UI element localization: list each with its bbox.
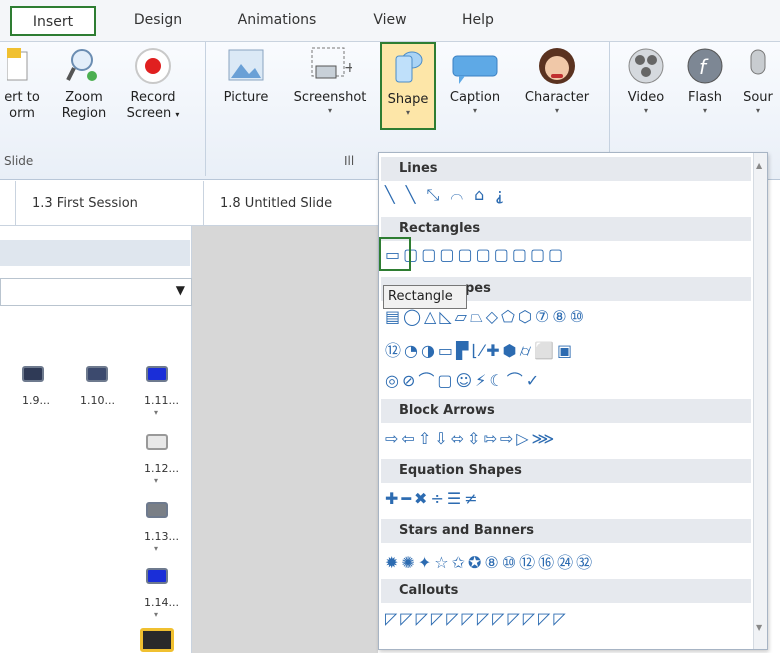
dropdown-scrollbar[interactable]: ▲ ▼ [753,153,767,649]
section-block-arrows: Block Arrows [381,399,751,423]
slide-tab-bar: 1.3 First Session 1.8 Untitled Slide [0,181,378,226]
basic-shapes-row-1[interactable]: ▤◯△◺▱⏢◇⬠⬡⑦⑧⑩ [385,307,587,327]
record-label-1: Record [130,90,176,105]
chevron-down-icon: ▾ [154,610,159,619]
basic-shapes-row-2[interactable]: ⑫◔◑▭▛⌊⁄✚⬢⌭⬜▣ [385,337,575,361]
convert-label-1: ert to [4,90,40,105]
character-button[interactable]: Character ▾ [514,46,600,116]
document-icon [7,48,28,81]
equation-shapes-row[interactable]: ✚━✖÷☰≠ [385,489,481,508]
caption-label: Caption [449,90,501,105]
character-icon [539,48,575,84]
slide-canvas[interactable] [192,226,378,653]
slide-thumbnail-selected[interactable] [140,628,174,652]
slide-thumbnail-label: 1.9... [22,394,50,407]
chevron-down-icon: ▾ [154,408,159,417]
slide-thumbnail[interactable] [22,366,44,382]
slide-thumbnail[interactable] [146,568,168,584]
record-screen-button[interactable]: Record Screen ▾ [118,46,188,123]
slide-group-label: Slide [4,154,34,168]
rectangle-shape-selected[interactable] [379,237,411,271]
shape-gallery-dropdown: Lines ╲ ╲ ⤡ ⌒ ⌂ ⸘ Rectangles ▭▢▢▢▢▢▢▢▢▢ … [378,152,768,650]
svg-text:+: + [344,60,352,76]
slide-thumbnail-label: 1.12... [144,462,179,475]
flash-label: Flash [687,90,723,105]
basic-shapes-row-3[interactable]: ◎⊘⌒▢☺⚡☾⌒✓ [385,367,542,391]
slide-tab-partial[interactable] [0,181,16,226]
video-label: Video [627,90,665,105]
picture-button[interactable]: Picture [212,46,280,106]
slide-group: ert to orm Zoom Region Record Screen ▾ S… [0,42,206,176]
sound-label: Sour [743,90,773,105]
section-rectangles: Rectangles [381,217,751,241]
slide-thumbnail[interactable] [146,502,168,518]
ribbon-tab-bar: Insert Design Animations View Help [0,0,780,42]
tab-design[interactable]: Design [118,6,198,36]
caption-icon [452,55,498,84]
screenshot-button[interactable]: + Screenshot ▾ [284,46,376,116]
callouts-row[interactable]: ◸◸◸◸◸◸◸◸◸◸◸◸ [385,609,569,628]
flash-icon: f [687,48,723,84]
picture-label: Picture [223,90,269,105]
scroll-up-icon[interactable]: ▲ [756,161,762,170]
microphone-icon [750,49,766,75]
chevron-down-icon: ▼ [175,283,185,297]
record-icon [135,48,171,84]
screenshot-icon: + [311,47,352,79]
tab-view[interactable]: View [360,6,420,36]
panel-filter-select[interactable]: ▼ [0,278,192,306]
shape-label: Shape [387,92,429,107]
record-label-2: Screen [126,106,172,121]
screenshot-label: Screenshot [293,90,367,105]
block-arrows-row[interactable]: ⇨⇦⇧⇩⬄⇳⇰⇨▷⋙ [385,429,557,448]
chevron-down-icon: ▾ [154,476,159,485]
zoom-label-1: Zoom [65,90,103,105]
convert-to-form-button[interactable]: ert to orm [0,46,44,122]
tab-help[interactable]: Help [448,6,508,36]
shape-icon [395,51,423,83]
zoom-label-2: Region [61,106,107,121]
video-button[interactable]: Video ▾ [618,46,674,116]
scroll-down-icon[interactable]: ▼ [756,623,762,632]
slide-thumbnail[interactable] [146,366,168,382]
slide-thumbnail[interactable] [86,366,108,382]
rectangles-shape-row[interactable]: ▭▢▢▢▢▢▢▢▢▢ [385,245,566,264]
section-callouts: Callouts [381,579,751,603]
slide-thumbnail-label: 1.13... [144,530,179,543]
stars-banners-row[interactable]: ✹✺✦☆✩✪⑧⑩⑫⑯㉔㉜ [385,549,595,573]
section-stars-and-banners: Stars and Banners [381,519,751,543]
picture-icon [228,49,264,81]
caption-button[interactable]: Caption ▾ [440,46,510,116]
convert-label-2: orm [9,106,35,121]
sound-button[interactable]: Sour ▾ [736,46,780,116]
flash-button[interactable]: f Flash ▾ [680,46,730,116]
video-icon [628,48,664,84]
slide-thumbnail[interactable] [146,434,168,450]
zoom-region-button[interactable]: Zoom Region [56,46,112,122]
character-label: Character [524,90,590,105]
slide-tab-1-8[interactable]: 1.8 Untitled Slide [204,181,378,226]
lines-shape-row[interactable]: ╲ ╲ ⤡ ⌒ ⌂ ⸘ [385,185,507,205]
tab-animations[interactable]: Animations [222,6,332,36]
section-equation-shapes: Equation Shapes [381,459,751,483]
panel-header [0,240,190,266]
slide-thumbnail-label: 1.10... [80,394,115,407]
section-lines: Lines [381,157,751,181]
slide-tab-1-3[interactable]: 1.3 First Session [16,181,204,226]
illustrations-group-label: Ill [344,154,355,168]
slide-list-panel: ▼ 1.9... 1.10... 1.11... ▾ 1.12... ▾ 1.1… [0,226,192,653]
slide-thumbnail-label: 1.11... [144,394,179,407]
slide-thumbnail-label: 1.14... [144,596,179,609]
zoom-icon [66,49,97,81]
tooltip: Rectangle [383,285,467,309]
chevron-down-icon: ▾ [154,544,159,553]
shape-button[interactable]: Shape ▾ [380,42,436,130]
tab-insert[interactable]: Insert [10,6,96,36]
